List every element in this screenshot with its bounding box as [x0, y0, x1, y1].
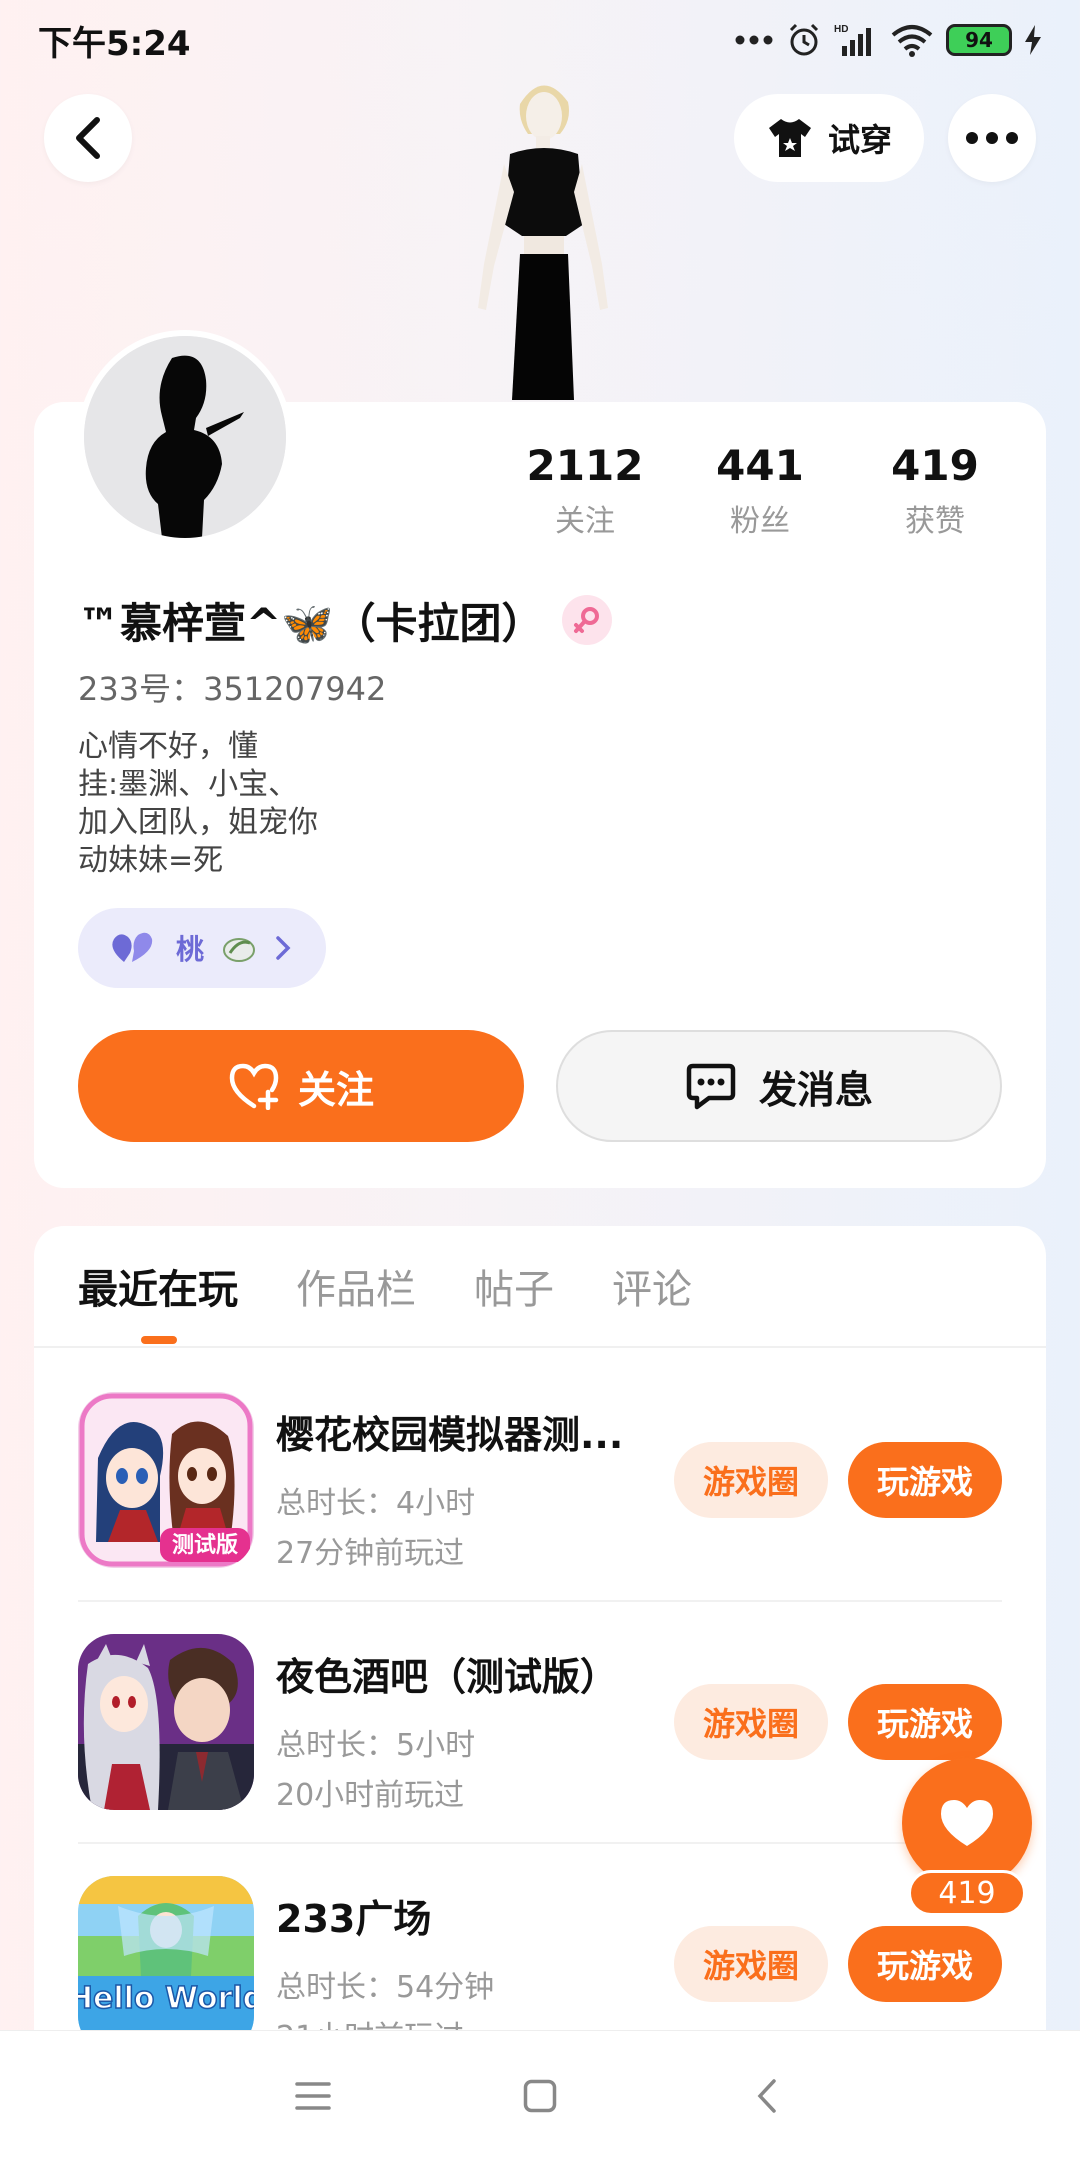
tab-posts[interactable]: 帖子: [474, 1262, 554, 1318]
heart-plus-icon: [229, 1063, 279, 1110]
follow-label: 关注: [297, 1067, 374, 1112]
game-circle-button[interactable]: 游戏圈: [674, 1926, 828, 2002]
game-icon[interactable]: Hello World: [78, 1876, 254, 2030]
stat-following[interactable]: 2112 关注: [500, 440, 670, 540]
bio: 心情不好，懂 挂:墨渊、小宝、 加入团队，姐宠你 动妹妹=死: [78, 728, 318, 880]
heart-couple-icon: [112, 932, 153, 962]
group-chip-label: 桃: [176, 933, 205, 966]
svg-text:HD: HD: [834, 24, 848, 35]
chevron-right-icon: [276, 936, 291, 960]
game-last-played: 20小时前玩过: [276, 1778, 465, 1813]
game-item[interactable]: Hello World 233广场 总时长：54分钟 21小时前玩过 游戏圈 玩…: [78, 1876, 1002, 2030]
battery-level: 94: [965, 28, 993, 52]
status-time: 下午5:24: [38, 23, 191, 64]
game-icon[interactable]: 测试版: [78, 1392, 254, 1568]
row-divider: [78, 1600, 1002, 1602]
wifi-icon: [891, 25, 933, 57]
stat-value: 419: [891, 441, 979, 490]
game-circle-button[interactable]: 游戏圈: [674, 1684, 828, 1760]
more-button[interactable]: [948, 94, 1036, 182]
avatar-silhouette: [84, 336, 286, 538]
stat-likes[interactable]: 419 获赞: [850, 440, 1020, 540]
tryon-button[interactable]: 试穿: [734, 94, 924, 182]
nav-menu-button[interactable]: [273, 2056, 353, 2136]
group-chip[interactable]: 桃: [78, 908, 326, 988]
game-item[interactable]: 测试版 樱花校园模拟器测... 总时长：4小时 27分钟前玩过 游戏圈 玩游戏: [78, 1392, 1002, 1602]
hd-signal-icon: HD: [834, 24, 871, 56]
message-label: 发消息: [758, 1067, 873, 1112]
heart-icon: [941, 1800, 993, 1846]
menu-icon: [295, 2081, 332, 2110]
like-count: 419: [908, 1870, 1026, 1916]
profile-stats: 2112 关注 441 粉丝 419 获赞: [500, 440, 1020, 540]
status-icons: HD 94: [734, 22, 1042, 58]
game-circle-button[interactable]: 游戏圈: [674, 1442, 828, 1518]
leaf-icon: [223, 938, 256, 962]
game-last-played: 27分钟前玩过: [276, 1536, 465, 1571]
home-square-icon: [523, 2079, 557, 2112]
game-title: 233广场: [276, 1897, 432, 1941]
back-arrow-icon: [757, 2078, 776, 2113]
charging-icon: [1025, 25, 1041, 55]
game-icon-banner: Hello World: [78, 1981, 254, 2016]
game-icon-badge: 测试版: [172, 1533, 238, 1558]
game-title: 夜色酒吧（测试版）: [276, 1655, 619, 1699]
stat-value: 441: [716, 441, 804, 490]
stat-label: 粉丝: [730, 504, 790, 539]
more-horizontal-icon: [966, 132, 1018, 144]
tryon-label: 试穿: [827, 121, 892, 159]
battery-icon: 94: [946, 24, 1012, 56]
stat-value: 2112: [526, 441, 644, 490]
play-game-button[interactable]: 玩游戏: [848, 1684, 1002, 1760]
message-button[interactable]: 发消息: [556, 1030, 1002, 1142]
game-last-played: 21小时前玩过: [276, 2012, 464, 2030]
game-item[interactable]: 夜色酒吧（测试版） 总时长：5小时 20小时前玩过 游戏圈 玩游戏: [78, 1634, 1002, 1844]
tab-divider: [34, 1346, 1046, 1348]
game-title: 樱花校园模拟器测...: [276, 1413, 624, 1457]
like-button[interactable]: [902, 1758, 1032, 1888]
profile-tabs: 最近在玩 作品栏 帖子 评论: [78, 1262, 692, 1318]
bio-line: 动妹妹=死: [78, 843, 224, 878]
more-dots-icon: [735, 35, 773, 45]
user-id: 233号：351207942: [78, 670, 387, 708]
nickname: ™慕梓萱^🦋（卡拉团）: [78, 598, 544, 648]
tab-indicator: [141, 1336, 177, 1344]
play-game-button[interactable]: 玩游戏: [848, 1442, 1002, 1518]
system-nav-bar: [0, 2030, 1080, 2160]
stat-label: 关注: [555, 504, 615, 539]
row-divider: [78, 1842, 1002, 1844]
stat-label: 获赞: [905, 504, 965, 539]
bio-line: 加入团队，姐宠你: [78, 805, 318, 840]
chevron-left-icon: [76, 117, 100, 159]
nav-home-button[interactable]: [500, 2056, 580, 2136]
game-duration: 总时长：5小时: [276, 1728, 476, 1763]
game-duration: 总时长：54分钟: [276, 1970, 495, 2005]
bio-line: 心情不好，懂: [78, 729, 258, 764]
nickname-row: ™慕梓萱^🦋（卡拉团）: [78, 590, 612, 650]
tshirt-icon: [768, 119, 811, 157]
game-icon[interactable]: [78, 1634, 254, 1810]
alarm-icon: [789, 23, 819, 56]
back-button[interactable]: [44, 94, 132, 182]
follow-button[interactable]: 关注: [78, 1030, 524, 1142]
avatar[interactable]: [78, 330, 292, 544]
stat-fans[interactable]: 441 粉丝: [675, 440, 845, 540]
female-icon: [561, 595, 612, 645]
play-game-button[interactable]: 玩游戏: [848, 1926, 1002, 2002]
chat-bubble-icon: [686, 1063, 736, 1110]
status-bar: 下午5:24 HD 94: [0, 0, 1080, 80]
nav-back-button[interactable]: [727, 2056, 807, 2136]
bio-line: 挂:墨渊、小宝、: [78, 767, 299, 802]
game-duration: 总时长：4小时: [276, 1486, 476, 1521]
tab-comments[interactable]: 评论: [612, 1262, 692, 1318]
avatar-3d-figure[interactable]: [448, 74, 638, 404]
tab-works[interactable]: 作品栏: [296, 1262, 416, 1318]
tab-recently-played[interactable]: 最近在玩: [78, 1262, 238, 1318]
